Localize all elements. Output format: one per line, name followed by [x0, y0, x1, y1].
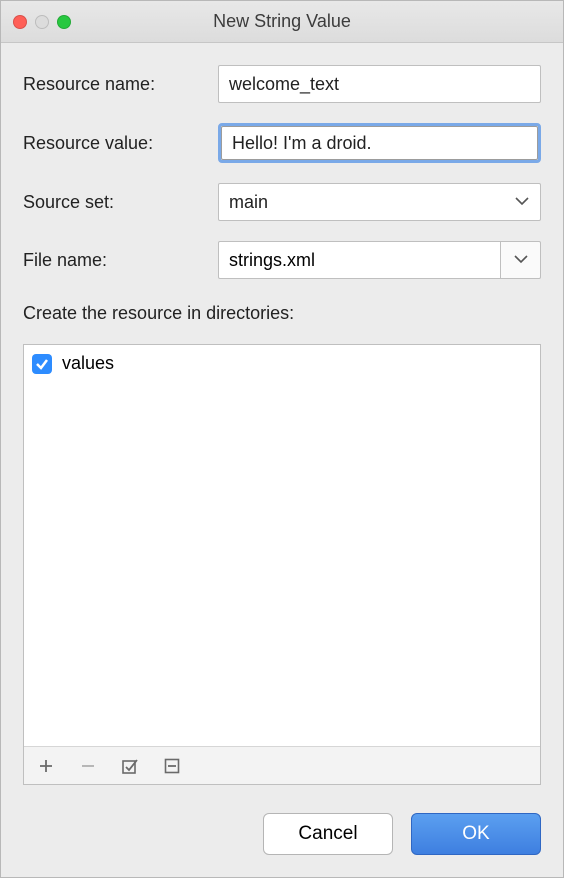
file-name-dropdown-button[interactable]	[501, 241, 541, 279]
dialog-content: Resource name: Resource value: Source se…	[1, 43, 563, 795]
directories-toolbar	[24, 746, 540, 784]
source-set-value: main	[229, 192, 268, 213]
select-all-button[interactable]	[120, 756, 140, 776]
source-set-label: Source set:	[23, 192, 218, 213]
directory-item-label: values	[62, 353, 114, 374]
resource-name-input[interactable]	[218, 65, 541, 103]
remove-directory-button[interactable]	[78, 756, 98, 776]
window-controls	[13, 15, 71, 29]
dialog-footer: Cancel OK	[1, 795, 563, 877]
select-all-icon	[121, 757, 139, 775]
source-set-row: Source set: main	[23, 183, 541, 221]
resource-value-row: Resource value:	[23, 123, 541, 163]
zoom-window-button[interactable]	[57, 15, 71, 29]
directory-item[interactable]: values	[32, 353, 532, 374]
ok-button[interactable]: OK	[411, 813, 541, 855]
file-name-label: File name:	[23, 250, 218, 271]
deselect-all-icon	[164, 758, 180, 774]
minus-icon	[80, 758, 96, 774]
dialog-title: New String Value	[1, 11, 563, 32]
directory-checkbox[interactable]	[32, 354, 52, 374]
source-set-select[interactable]: main	[218, 183, 541, 221]
file-name-row: File name: strings.xml	[23, 241, 541, 279]
close-window-button[interactable]	[13, 15, 27, 29]
file-name-input[interactable]: strings.xml	[218, 241, 501, 279]
chevron-down-icon	[514, 251, 528, 269]
cancel-button[interactable]: Cancel	[263, 813, 393, 855]
titlebar: New String Value	[1, 1, 563, 43]
directories-list: values	[24, 345, 540, 746]
directories-label: Create the resource in directories:	[23, 303, 541, 324]
minimize-window-button	[35, 15, 49, 29]
deselect-all-button[interactable]	[162, 756, 182, 776]
resource-name-row: Resource name:	[23, 65, 541, 103]
directories-box: values	[23, 344, 541, 785]
check-icon	[35, 357, 49, 371]
add-directory-button[interactable]	[36, 756, 56, 776]
resource-value-input[interactable]	[221, 126, 538, 160]
resource-name-label: Resource name:	[23, 74, 218, 95]
resource-value-label: Resource value:	[23, 133, 218, 154]
plus-icon	[38, 758, 54, 774]
